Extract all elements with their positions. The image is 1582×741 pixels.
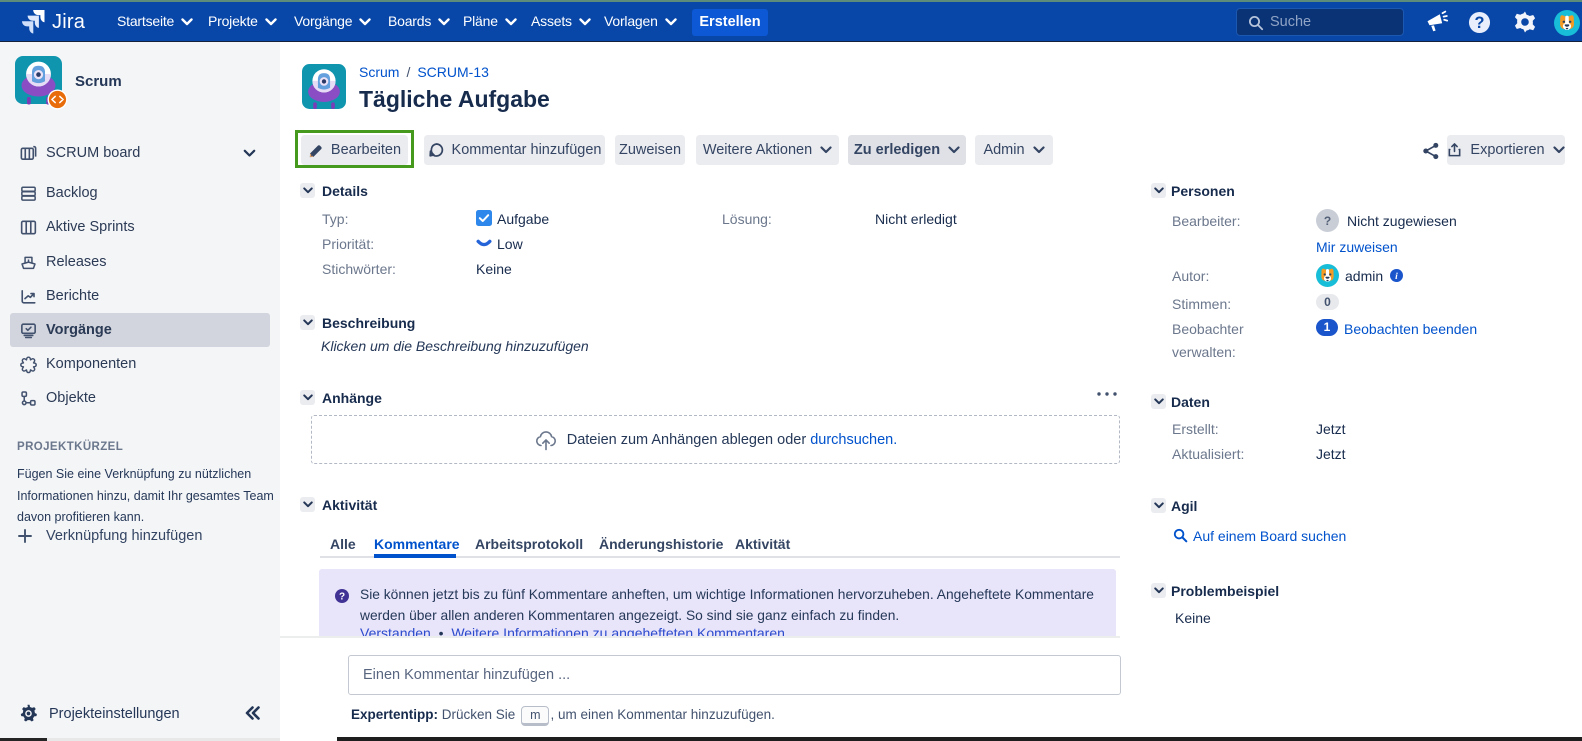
svg-text:i: i: [1395, 272, 1398, 282]
svg-text:?: ?: [1475, 14, 1485, 32]
svg-text:?: ?: [1324, 214, 1331, 228]
svg-text:?: ?: [339, 592, 345, 603]
